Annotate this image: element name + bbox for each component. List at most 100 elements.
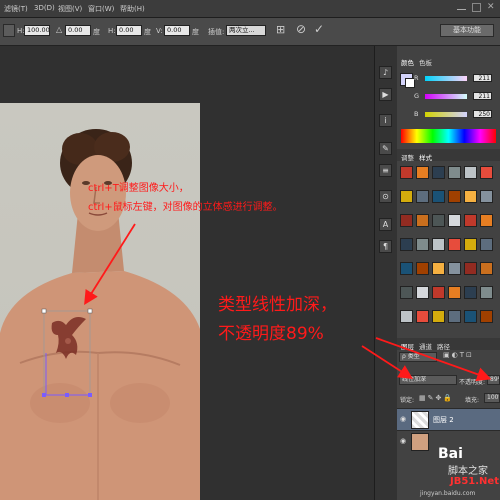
warp-icon[interactable]: ⊞: [276, 23, 285, 36]
angle-field[interactable]: 0.00: [65, 25, 91, 36]
clone-source-icon[interactable]: ⊙: [379, 190, 392, 203]
style-swatch[interactable]: [432, 190, 445, 203]
style-swatch[interactable]: [464, 262, 477, 275]
interpolation-select[interactable]: 两次立...: [226, 25, 266, 36]
menu-view[interactable]: 视图(V): [58, 4, 82, 14]
style-swatch[interactable]: [448, 286, 461, 299]
style-swatch[interactable]: [400, 310, 413, 323]
layer-kind-filter[interactable]: ρ 类型: [399, 352, 437, 362]
style-swatch[interactable]: [464, 166, 477, 179]
style-swatch[interactable]: [480, 166, 493, 179]
tab-swatches[interactable]: 色板: [419, 57, 432, 67]
b-slider[interactable]: [425, 112, 467, 117]
blend-mode-select[interactable]: 线性加深: [399, 375, 457, 385]
angle-unit: 度: [93, 28, 100, 36]
style-swatch[interactable]: [432, 166, 445, 179]
info-icon[interactable]: i: [379, 114, 392, 127]
style-swatch[interactable]: [448, 190, 461, 203]
style-swatch[interactable]: [400, 166, 413, 179]
minimize-icon[interactable]: [457, 3, 466, 10]
style-swatch[interactable]: [480, 214, 493, 227]
style-swatch[interactable]: [480, 262, 493, 275]
history-icon[interactable]: ♪: [379, 66, 392, 79]
style-swatch[interactable]: [416, 310, 429, 323]
workspace-switcher[interactable]: 基本功能: [440, 24, 494, 37]
visibility-eye-icon[interactable]: ◉: [400, 437, 406, 445]
style-swatch[interactable]: [432, 262, 445, 275]
style-swatch[interactable]: [464, 214, 477, 227]
paragraph-icon[interactable]: ¶: [379, 240, 392, 253]
style-swatch[interactable]: [416, 166, 429, 179]
style-swatch[interactable]: [416, 262, 429, 275]
style-swatch[interactable]: [416, 214, 429, 227]
document-canvas[interactable]: [0, 103, 200, 500]
r-slider[interactable]: [425, 76, 467, 81]
style-swatch[interactable]: [464, 310, 477, 323]
menu-help[interactable]: 帮助(H): [120, 4, 145, 14]
b-value[interactable]: 250: [473, 110, 492, 118]
character-icon[interactable]: A: [379, 218, 392, 231]
r-value[interactable]: 211: [473, 74, 492, 82]
g-value[interactable]: 211: [473, 92, 492, 100]
v-skew-field[interactable]: 0.00: [164, 25, 190, 36]
menu-window[interactable]: 窗口(W): [88, 4, 114, 14]
watermark-site-cn: 脚本之家: [448, 466, 488, 477]
g-label: G: [414, 92, 420, 100]
instruction-line-2: ctrl+鼠标左键，对图像的立体感进行调整。: [88, 202, 283, 213]
cancel-icon[interactable]: ⊘: [296, 22, 306, 36]
layer-name[interactable]: 图层 2: [433, 415, 454, 425]
style-swatch[interactable]: [400, 190, 413, 203]
style-swatch[interactable]: [432, 310, 445, 323]
g-slider[interactable]: [425, 94, 467, 99]
tab-paths[interactable]: 路径: [437, 341, 450, 351]
commit-icon[interactable]: ✓: [314, 22, 324, 36]
style-swatch[interactable]: [400, 286, 413, 299]
menu-3d[interactable]: 3D(D): [34, 4, 55, 12]
style-swatch[interactable]: [480, 286, 493, 299]
style-swatch[interactable]: [480, 190, 493, 203]
tab-styles[interactable]: 样式: [419, 152, 432, 162]
brush-icon[interactable]: ✎: [379, 142, 392, 155]
style-swatch[interactable]: [448, 238, 461, 251]
tab-layers[interactable]: 图层: [401, 341, 414, 351]
fill-label: 填充:: [465, 397, 480, 404]
style-swatch[interactable]: [464, 286, 477, 299]
filter-icons[interactable]: ▣◐T⊡: [443, 351, 474, 359]
maximize-icon[interactable]: [472, 3, 481, 12]
tab-channels[interactable]: 通道: [419, 341, 432, 351]
style-swatch[interactable]: [448, 214, 461, 227]
style-swatch[interactable]: [416, 286, 429, 299]
color-spectrum[interactable]: [401, 129, 496, 143]
style-swatch[interactable]: [448, 262, 461, 275]
reference-point-icon[interactable]: [3, 24, 15, 37]
style-swatch[interactable]: [448, 166, 461, 179]
layer-row-active[interactable]: ◉ 图层 2: [397, 408, 500, 430]
style-swatch[interactable]: [480, 310, 493, 323]
style-swatch[interactable]: [432, 238, 445, 251]
layer-thumbnail: [411, 433, 429, 451]
style-swatch[interactable]: [464, 190, 477, 203]
style-swatch[interactable]: [416, 190, 429, 203]
tab-color[interactable]: 颜色: [401, 57, 414, 67]
actions-icon[interactable]: ▶: [379, 88, 392, 101]
style-swatch[interactable]: [480, 238, 493, 251]
style-swatch[interactable]: [400, 262, 413, 275]
opacity-field[interactable]: 89%: [487, 375, 500, 385]
style-swatch[interactable]: [416, 238, 429, 251]
style-swatch[interactable]: [400, 238, 413, 251]
style-swatch[interactable]: [464, 238, 477, 251]
window-controls: ✕: [457, 3, 496, 12]
h-scale-field[interactable]: 100.00%: [24, 25, 50, 36]
style-swatch[interactable]: [400, 214, 413, 227]
menu-filter[interactable]: 滤镜(T): [4, 4, 28, 14]
style-swatch[interactable]: [432, 214, 445, 227]
style-swatch[interactable]: [448, 310, 461, 323]
style-swatch[interactable]: [432, 286, 445, 299]
fill-field[interactable]: 100%: [484, 393, 500, 403]
tab-adjustments[interactable]: 调整: [401, 152, 414, 162]
close-icon[interactable]: ✕: [487, 3, 496, 12]
lock-icons[interactable]: ▦✎✥🔒: [419, 394, 454, 402]
brush-presets-icon[interactable]: ≡: [379, 164, 392, 177]
h-skew-field[interactable]: 0.00: [116, 25, 142, 36]
visibility-eye-icon[interactable]: ◉: [400, 415, 406, 423]
